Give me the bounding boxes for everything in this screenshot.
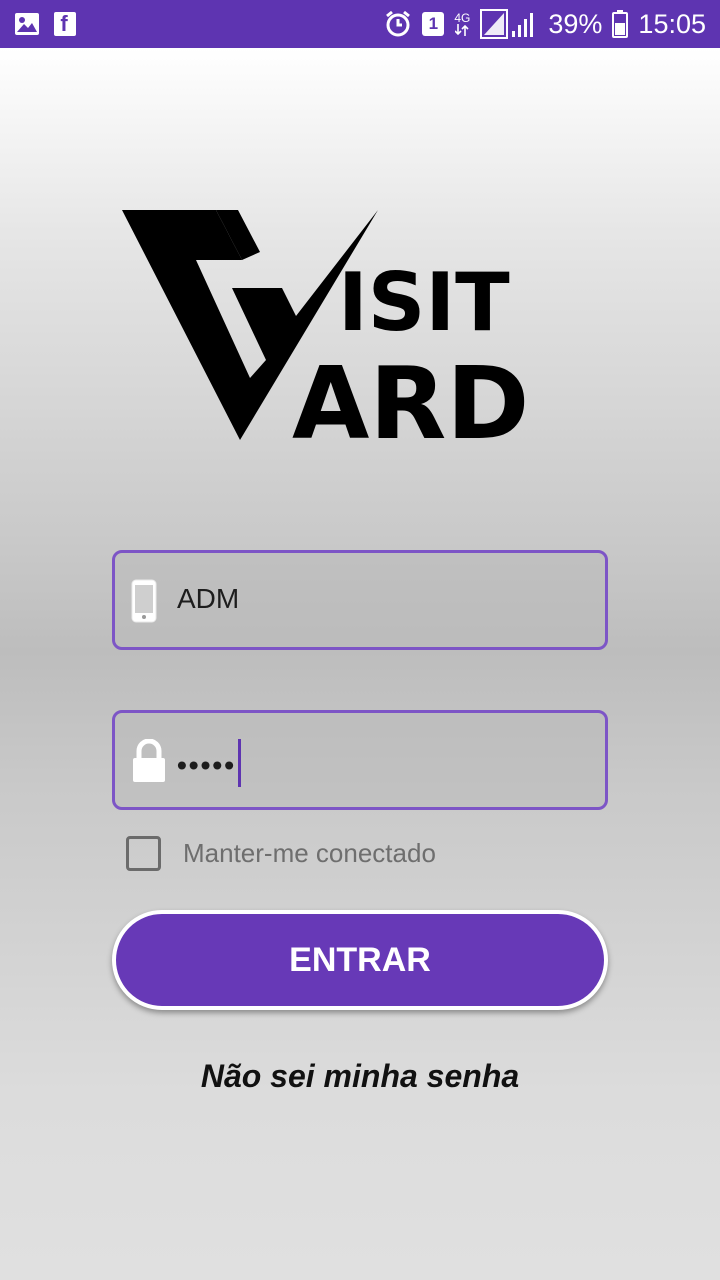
- clock: 15:05: [638, 8, 706, 39]
- text-cursor: [238, 739, 242, 787]
- facebook-icon: f: [54, 11, 76, 36]
- username-field[interactable]: ADM: [112, 550, 608, 650]
- visit-card-logo: ISIT ARD: [122, 210, 529, 448]
- status-bar: f 1 4G 39% 15:05: [0, 0, 720, 48]
- password-field[interactable]: •••••: [112, 710, 608, 810]
- logo-line-2: ARD: [292, 345, 529, 448]
- password-value: •••••: [177, 739, 242, 791]
- phone-icon: [131, 579, 157, 628]
- password-dots: •••••: [177, 749, 237, 781]
- network-type-label: 4G: [454, 11, 471, 25]
- status-bar-right: 1 4G 39% 15:05: [384, 9, 706, 40]
- sim-icon: 1: [422, 12, 445, 36]
- lock-icon: [131, 738, 167, 788]
- alarm-icon: [384, 10, 412, 38]
- remember-me[interactable]: Manter-me conectado: [126, 836, 436, 871]
- battery-icon: [612, 10, 629, 38]
- login-screen: ISIT ARD ADM ••••• Manter-me conectado E…: [0, 48, 720, 1280]
- network-icon: 4G: [454, 12, 470, 36]
- status-bar-left: f: [14, 11, 76, 36]
- remember-label: Manter-me conectado: [183, 838, 436, 868]
- remember-checkbox[interactable]: [126, 836, 161, 871]
- username-value: ADM: [177, 583, 240, 614]
- login-button[interactable]: ENTRAR: [112, 910, 608, 1010]
- battery-percent: 39%: [548, 8, 603, 39]
- logo-line-1: ISIT: [338, 256, 510, 349]
- forgot-password-link[interactable]: Não sei minha senha: [0, 1058, 720, 1095]
- signal-icon: [480, 9, 538, 39]
- gallery-icon: [14, 12, 40, 36]
